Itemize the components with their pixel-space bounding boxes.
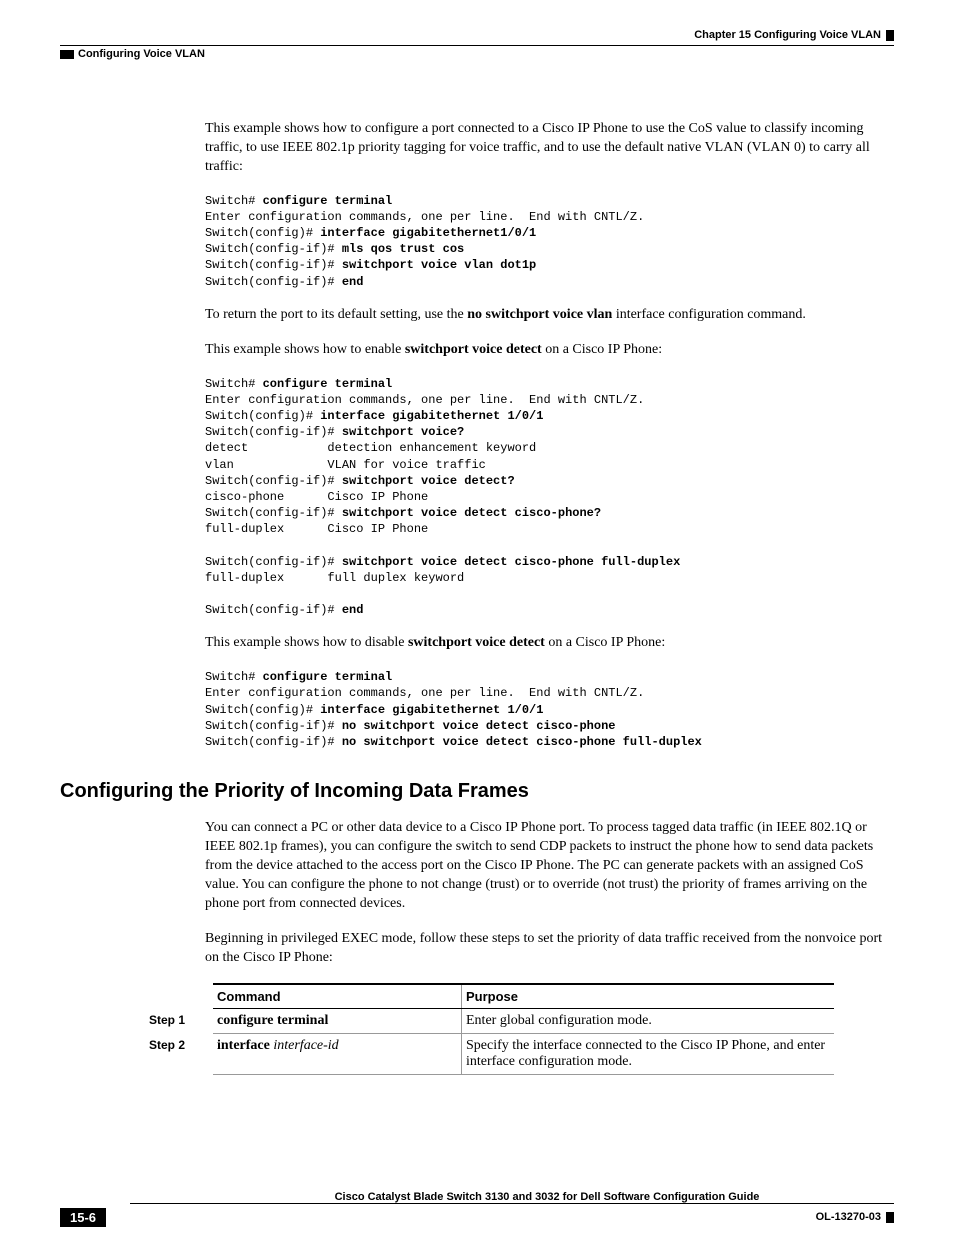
chapter-header: Chapter 15 Configuring Voice VLAN bbox=[60, 30, 894, 41]
para-intro-1: This example shows how to configure a po… bbox=[205, 120, 894, 177]
command-cell: interface interface-id bbox=[213, 1034, 462, 1075]
section-header: Configuring Voice VLAN bbox=[60, 45, 894, 60]
para-priority-1: You can connect a PC or other data devic… bbox=[205, 819, 894, 913]
purpose-cell: Enter global configuration mode. bbox=[462, 1009, 835, 1034]
code-block-2: Switch# configure terminal Enter configu… bbox=[205, 376, 894, 619]
heading-priority-frames: Configuring the Priority of Incoming Dat… bbox=[60, 780, 894, 803]
command-table: Command Purpose Step 1 configure termina… bbox=[145, 983, 834, 1075]
table-row: Step 2 interface interface-id Specify th… bbox=[145, 1034, 834, 1075]
footer-guide-title: Cisco Catalyst Blade Switch 3130 and 303… bbox=[200, 1191, 894, 1203]
para-enable-detect: This example shows how to enable switchp… bbox=[205, 341, 894, 360]
code-block-3: Switch# configure terminal Enter configu… bbox=[205, 669, 894, 750]
purpose-cell: Specify the interface connected to the C… bbox=[462, 1034, 835, 1075]
section-title: Configuring Voice VLAN bbox=[78, 48, 205, 60]
step-label: Step 1 bbox=[145, 1009, 213, 1034]
para-priority-2: Beginning in privileged EXEC mode, follo… bbox=[205, 930, 894, 968]
para-return-default: To return the port to its default settin… bbox=[205, 306, 894, 325]
code-block-1: Switch# configure terminal Enter configu… bbox=[205, 193, 894, 290]
section-marker-icon bbox=[60, 50, 74, 59]
page-number-badge: 15-6 bbox=[60, 1208, 106, 1227]
step-label: Step 2 bbox=[145, 1034, 213, 1075]
col-purpose: Purpose bbox=[462, 984, 835, 1009]
table-row: Step 1 configure terminal Enter global c… bbox=[145, 1009, 834, 1034]
col-command: Command bbox=[213, 984, 462, 1009]
document-id: OL-13270-03 bbox=[816, 1212, 894, 1223]
command-cell: configure terminal bbox=[213, 1009, 462, 1034]
page-footer: Cisco Catalyst Blade Switch 3130 and 303… bbox=[60, 1191, 894, 1227]
para-disable-detect: This example shows how to disable switch… bbox=[205, 634, 894, 653]
